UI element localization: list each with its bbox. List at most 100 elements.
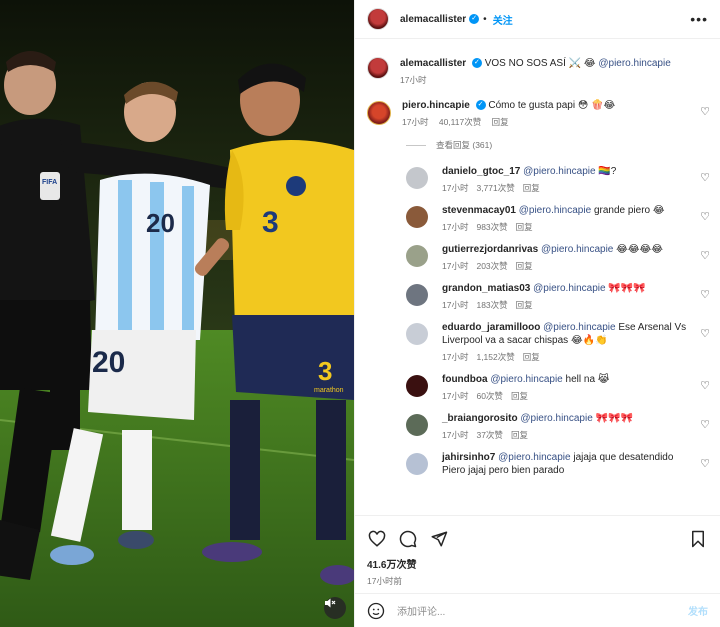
reply-button[interactable]: 回复 [516,222,533,232]
reply-item: jahirsinho7 @piero.hincapie jajaja que d… [355,451,720,491]
commenter-avatar[interactable] [406,167,428,189]
speaker-muted-icon[interactable] [324,597,346,619]
likes-count[interactable]: 41.6万次赞 [355,552,720,571]
reply-button[interactable]: 回复 [516,261,533,271]
shorts-number-ecu: 3 [318,356,332,386]
replies-list: danielo_gtoc_17 @piero.hincapie 🏳️‍🌈? 17小… [355,165,720,491]
reply-mention-link[interactable]: @piero.hincapie [498,452,570,463]
reply-button[interactable]: 回复 [523,183,540,193]
heart-icon[interactable]: ♡ [700,418,710,431]
caption-mention-link[interactable]: @piero.hincapie [598,58,670,69]
view-replies-button[interactable]: 查看回复 (361) [355,139,720,151]
emoji-icon[interactable] [367,602,385,620]
comment-likes[interactable]: 40,117次赞 [439,117,481,127]
reply-button[interactable]: 回复 [492,117,509,127]
commenter-avatar[interactable] [406,375,428,397]
reply-button[interactable]: 回复 [523,352,540,362]
reply-mention-link[interactable]: @piero.hincapie [543,322,615,333]
more-options-icon[interactable]: ••• [690,11,708,27]
top-comment: piero.hincapie ✓ Cómo te gusta papi 😳 🍿😂… [355,99,720,128]
verified-badge-icon: ✓ [469,14,480,24]
reply-mention-link[interactable]: @piero.hincapie [523,166,595,177]
reply-username[interactable]: grandon_matias03 [442,283,530,294]
author-username[interactable]: alemacallister [400,14,466,25]
post-actions: 41.6万次赞 17小时前 添加评论... 发布 [355,515,720,627]
fifa-badge-text: FIFA [42,179,57,186]
reply-username[interactable]: _braiangorosito [442,413,518,424]
reply-mention-link[interactable]: @piero.hincapie [520,413,592,424]
commenter-avatar[interactable] [367,101,391,125]
comments-list[interactable]: alemacallister ✓ VOS NO SOS ASÍ ⚔️ 😂 @pi… [355,40,720,515]
reply-item: grandon_matias03 @piero.hincapie 🎀🎀🎀 17小时… [355,282,720,311]
bookmark-icon[interactable] [688,529,708,549]
commenter-avatar[interactable] [406,414,428,436]
reply-username[interactable]: gutierrezjordanrivas [442,244,538,255]
reply-text: 🏳️‍🌈? [598,166,617,177]
reply-username[interactable]: stevenmacay01 [442,205,516,216]
reply-likes[interactable]: 1,152次赞 [476,352,514,362]
caption-time: 17小时 [400,75,427,85]
reply-time: 17小时 [442,430,469,440]
reply-username[interactable]: eduardo_jaramillooo [442,322,540,333]
commenter-avatar[interactable] [406,284,428,306]
reply-item: danielo_gtoc_17 @piero.hincapie 🏳️‍🌈? 17小… [355,165,720,194]
reply-text: grande piero 😂 [593,205,665,216]
comment-icon[interactable] [398,529,418,549]
reply-mention-link[interactable]: @piero.hincapie [533,283,605,294]
reply-time: 17小时 [442,222,469,232]
reply-button[interactable]: 回复 [511,430,528,440]
view-replies-label: 查看回复 (361) [436,140,493,150]
shorts-number-arg: 20 [92,346,125,379]
reply-mention-link[interactable]: @piero.hincapie [490,374,562,385]
commenter-avatar[interactable] [406,453,428,475]
jersey-number-ecu: 3 [262,206,279,239]
reply-username[interactable]: danielo_gtoc_17 [442,166,520,177]
heart-icon[interactable]: ♡ [700,171,710,184]
post-caption: alemacallister ✓ VOS NO SOS ASÍ ⚔️ 😂 @pi… [355,40,720,86]
caption-username[interactable]: alemacallister [400,58,466,69]
comment-input[interactable]: 添加评论... [397,603,688,618]
heart-icon[interactable]: ♡ [700,379,710,392]
reply-item: gutierrezjordanrivas @piero.hincapie 😂😂😂… [355,243,720,272]
reply-item: stevenmacay01 @piero.hincapie grande pie… [355,204,720,233]
author-avatar[interactable] [367,8,389,30]
reply-mention-link[interactable]: @piero.hincapie [541,244,613,255]
heart-icon[interactable]: ♡ [700,105,710,118]
follow-button[interactable]: 关注 [493,12,513,27]
share-icon[interactable] [429,529,449,549]
reply-time: 17小时 [442,352,469,362]
heart-icon[interactable]: ♡ [700,210,710,223]
reply-likes[interactable]: 60次赞 [476,391,502,401]
verified-badge-icon: ✓ [471,58,482,69]
reply-item: foundboa @piero.hincapie hell na 😹 17小时 60… [355,373,720,402]
reply-text: 🎀🎀🎀 [608,283,646,294]
commenter-avatar[interactable] [406,206,428,228]
reply-username[interactable]: foundboa [442,374,488,385]
caption-author-avatar[interactable] [367,57,389,79]
commenter-avatar[interactable] [406,323,428,345]
reply-username[interactable]: jahirsinho7 [442,452,495,463]
heart-icon[interactable]: ♡ [700,249,710,262]
comment-text: Cómo te gusta papi 😳 🍿😂 [488,100,616,111]
reply-likes[interactable]: 203次赞 [476,261,507,271]
heart-icon[interactable]: ♡ [700,457,710,470]
heart-icon[interactable]: ♡ [700,327,710,340]
heart-icon[interactable] [367,529,387,549]
reply-likes[interactable]: 983次赞 [476,222,507,232]
reply-button[interactable]: 回复 [516,300,533,310]
reply-likes[interactable]: 37次赞 [476,430,502,440]
commenter-avatar[interactable] [406,245,428,267]
shorts-sponsor-text: marathon [314,387,344,394]
heart-icon[interactable]: ♡ [700,288,710,301]
comment-username[interactable]: piero.hincapie [402,100,470,111]
reply-time: 17小时 [442,391,469,401]
post-side-panel: alemacallister ✓ • 关注 ••• alemacallister… [354,0,720,627]
caption-text: VOS NO SOS ASÍ ⚔️ 😂 [484,58,596,69]
reply-mention-link[interactable]: @piero.hincapie [519,205,591,216]
post-image[interactable]: FIFA 20 20 3 3 marathon [0,0,354,627]
reply-likes[interactable]: 183次赞 [476,300,507,310]
jersey-number-arg-top: 20 [146,208,175,238]
post-comment-button[interactable]: 发布 [688,603,708,618]
reply-likes[interactable]: 3,771次赞 [476,183,514,193]
reply-button[interactable]: 回复 [511,391,528,401]
